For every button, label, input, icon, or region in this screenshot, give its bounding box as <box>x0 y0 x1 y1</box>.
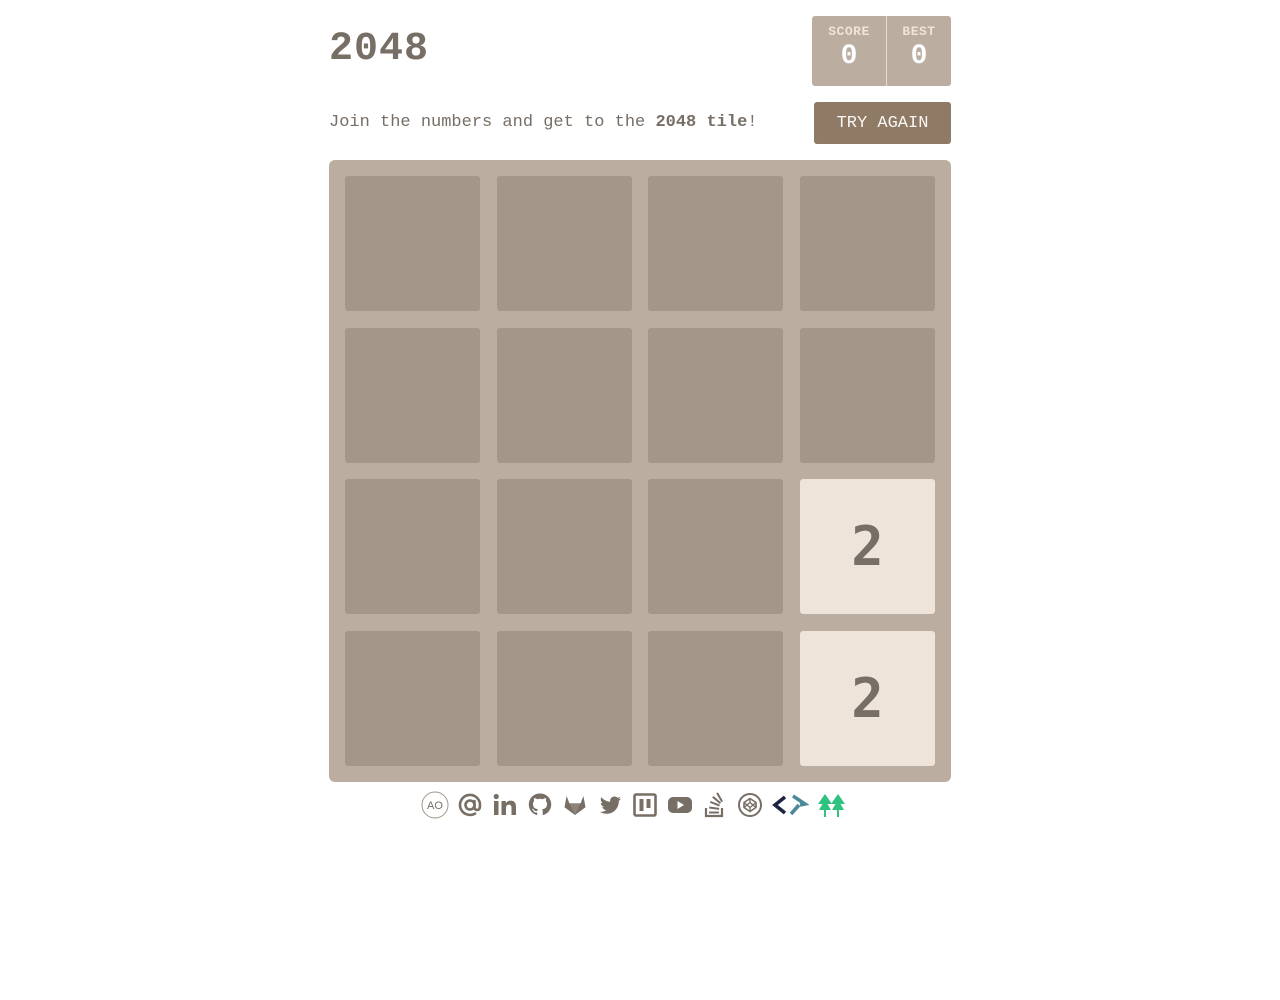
best-box: BEST 0 <box>886 16 951 86</box>
medium-icon[interactable] <box>630 790 659 820</box>
score-label: SCORE <box>828 24 870 39</box>
code-arrows-icon[interactable] <box>770 790 810 820</box>
best-label: BEST <box>902 24 936 39</box>
intro-prefix: Join the numbers and get to the <box>329 113 656 132</box>
twitter-icon[interactable] <box>595 790 624 820</box>
email-at-icon[interactable] <box>455 790 484 820</box>
grid-cell <box>648 479 783 614</box>
game-board[interactable]: 22 <box>329 160 951 782</box>
game-title: 2048 <box>329 27 430 72</box>
gitlab-icon[interactable] <box>560 790 589 820</box>
grid-cell <box>497 479 632 614</box>
grid-cell <box>497 631 632 766</box>
codepen-icon[interactable] <box>735 790 764 820</box>
ao-logo-text: AO <box>427 800 443 812</box>
intro-highlight: 2048 tile <box>655 113 748 132</box>
grid-cell <box>648 328 783 463</box>
grid-cell <box>800 176 935 311</box>
ao-logo-icon[interactable]: AO <box>420 790 449 820</box>
grid-cell <box>648 176 783 311</box>
game-intro: Join the numbers and get to the 2048 til… <box>329 112 757 134</box>
scores-container: SCORE 0 BEST 0 <box>812 16 951 86</box>
youtube-icon[interactable] <box>665 790 694 820</box>
grid-cell <box>345 176 480 311</box>
social-links: AO <box>420 788 848 822</box>
github-icon[interactable] <box>525 790 554 820</box>
tile-2: 2 <box>800 479 935 614</box>
grid-cell <box>345 479 480 614</box>
intro-suffix: ! <box>747 113 758 132</box>
best-value: 0 <box>910 41 928 72</box>
stackoverflow-icon[interactable] <box>700 790 729 820</box>
score-box: SCORE 0 <box>812 16 886 86</box>
score-value: 0 <box>840 41 858 72</box>
grid-cell <box>345 631 480 766</box>
grid-cell <box>345 328 480 463</box>
tile-2: 2 <box>800 631 935 766</box>
grid-cell <box>800 328 935 463</box>
try-again-button[interactable]: TRY AGAIN <box>814 102 951 144</box>
grid-cell <box>648 631 783 766</box>
linkedin-icon[interactable] <box>490 790 519 820</box>
tree-icon[interactable] <box>816 790 848 820</box>
grid-cell <box>497 176 632 311</box>
grid-cell <box>497 328 632 463</box>
